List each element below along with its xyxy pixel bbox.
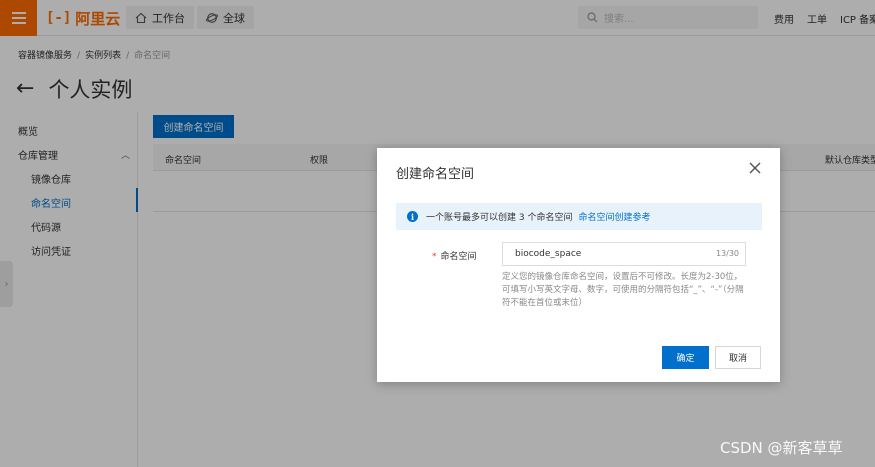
required-marker: * (432, 252, 437, 262)
namespace-field-label: * 命名空间 (432, 249, 477, 262)
info-icon: i (407, 211, 418, 222)
notice-reference-link[interactable]: 命名空间创建参考 (578, 210, 650, 223)
confirm-button[interactable]: 确定 (662, 346, 709, 369)
notice-text: 一个账号最多可以创建 3 个命名空间 (426, 213, 573, 223)
close-icon[interactable] (746, 159, 764, 177)
info-notice: i 一个账号最多可以创建 3 个命名空间 命名空间创建参考 (396, 203, 762, 230)
namespace-input[interactable]: biocode_space 13/30 (502, 242, 746, 266)
namespace-input-value: biocode_space (515, 249, 582, 259)
cancel-button[interactable]: 取消 (715, 346, 761, 369)
char-counter: 13/30 (715, 249, 739, 258)
create-namespace-dialog: 创建命名空间 i 一个账号最多可以创建 3 个命名空间 命名空间创建参考 * 命名… (377, 148, 780, 382)
watermark: CSDN @新客草草 (720, 439, 843, 457)
dialog-title: 创建命名空间 (396, 167, 475, 182)
namespace-help-text: 定义您的镜像仓库命名空间，设置后不可修改。长度为2-30位，可填写小写英文字母、… (502, 272, 744, 308)
namespace-label-text: 命名空间 (440, 252, 477, 262)
